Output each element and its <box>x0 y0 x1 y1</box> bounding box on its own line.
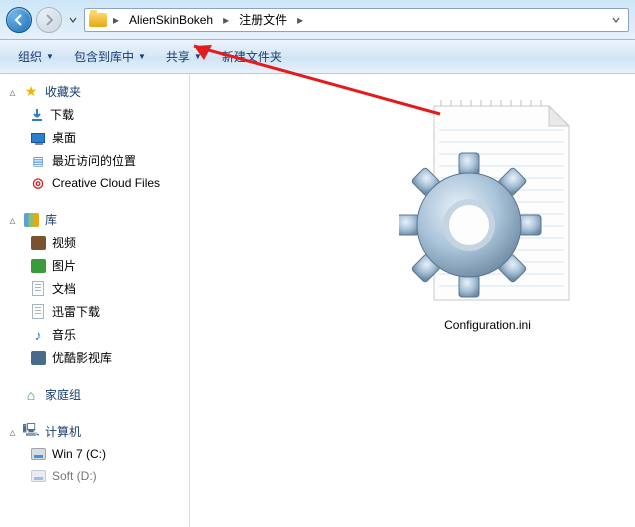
organize-label: 组织 <box>18 48 42 65</box>
item-label: 视频 <box>52 234 76 251</box>
sidebar-item-creative-cloud[interactable]: ◎ Creative Cloud Files <box>0 172 189 194</box>
breadcrumb-item-1[interactable]: AlienSkinBokeh <box>125 11 217 29</box>
item-label: 桌面 <box>52 129 76 146</box>
breadcrumb-separator: ▸ <box>295 13 305 27</box>
item-label: 文档 <box>52 280 76 297</box>
computer-label: 计算机 <box>45 423 81 440</box>
item-label: 迅雷下载 <box>52 303 100 320</box>
include-in-library-menu[interactable]: 包含到库中 ▼ <box>66 44 154 69</box>
computer-header[interactable]: ▵ 🖳 计算机 <box>0 420 189 443</box>
sidebar-item-videos[interactable]: 视频 <box>0 231 189 254</box>
chevron-down-icon: ▼ <box>138 52 146 61</box>
libraries-icon <box>23 212 39 228</box>
favorites-header[interactable]: ▵ ★ 收藏夹 <box>0 80 189 103</box>
new-folder-button[interactable]: 新建文件夹 <box>214 44 290 69</box>
recent-places-icon: ▤ <box>30 153 46 169</box>
item-label: 优酷影视库 <box>52 349 112 366</box>
navigation-sidebar: ▵ ★ 收藏夹 下载 桌面 ▤ 最近访问的位置 ◎ Creative Cloud… <box>0 74 190 527</box>
creative-cloud-icon: ◎ <box>30 175 46 191</box>
sidebar-item-downloads[interactable]: 下载 <box>0 103 189 126</box>
sidebar-item-pictures[interactable]: 图片 <box>0 254 189 277</box>
item-label: Win 7 (C:) <box>52 447 106 461</box>
disk-icon <box>30 468 46 484</box>
expand-icon <box>8 390 17 399</box>
breadcrumb[interactable]: ▸ AlienSkinBokeh ▸ 注册文件 ▸ <box>84 8 629 32</box>
disk-icon <box>30 446 46 462</box>
expand-icon: ▵ <box>8 427 17 436</box>
sidebar-item-drive-d[interactable]: Soft (D:) <box>0 465 189 487</box>
libraries-label: 库 <box>45 211 57 228</box>
address-bar-row: ▸ AlienSkinBokeh ▸ 注册文件 ▸ <box>0 0 635 40</box>
sidebar-item-documents[interactable]: 文档 <box>0 277 189 300</box>
sidebar-item-xunlei[interactable]: 迅雷下载 <box>0 300 189 323</box>
sidebar-item-drive-c[interactable]: Win 7 (C:) <box>0 443 189 465</box>
xunlei-icon <box>30 304 46 320</box>
item-label: 最近访问的位置 <box>52 152 136 169</box>
breadcrumb-separator: ▸ <box>111 13 121 27</box>
item-label: 音乐 <box>52 326 76 343</box>
sidebar-item-desktop[interactable]: 桌面 <box>0 126 189 149</box>
youku-icon <box>30 350 46 366</box>
chevron-down-icon: ▼ <box>194 52 202 61</box>
forward-button[interactable] <box>36 7 62 33</box>
include-label: 包含到库中 <box>74 48 134 65</box>
sidebar-item-recent[interactable]: ▤ 最近访问的位置 <box>0 149 189 172</box>
arrow-left-icon <box>13 14 25 26</box>
videos-icon <box>30 235 46 251</box>
arrow-right-icon <box>43 14 55 26</box>
homegroup-header[interactable]: ⌂ 家庭组 <box>0 383 189 406</box>
new-folder-label: 新建文件夹 <box>222 48 282 65</box>
expand-icon: ▵ <box>8 87 17 96</box>
documents-icon <box>30 281 46 297</box>
file-thumbnail <box>399 100 577 310</box>
command-toolbar: 组织 ▼ 包含到库中 ▼ 共享 ▼ 新建文件夹 <box>0 40 635 74</box>
item-label: 图片 <box>52 257 76 274</box>
homegroup-label: 家庭组 <box>45 386 81 403</box>
ini-file-icon <box>399 100 577 310</box>
item-label: Soft (D:) <box>52 469 97 483</box>
favorites-group: ▵ ★ 收藏夹 下载 桌面 ▤ 最近访问的位置 ◎ Creative Cloud… <box>0 80 189 194</box>
back-button[interactable] <box>6 7 32 33</box>
chevron-down-icon <box>612 16 620 24</box>
file-item-configuration[interactable]: Configuration.ini <box>390 92 585 340</box>
item-label: 下载 <box>50 106 74 123</box>
breadcrumb-item-2[interactable]: 注册文件 <box>235 9 291 30</box>
folder-content-pane[interactable]: Configuration.ini <box>190 74 635 527</box>
file-name-label: Configuration.ini <box>444 318 531 332</box>
pictures-icon <box>30 258 46 274</box>
share-label: 共享 <box>166 48 190 65</box>
breadcrumb-dropdown[interactable] <box>608 13 624 27</box>
folder-icon <box>89 13 107 27</box>
libraries-group: ▵ 库 视频 图片 文档 迅雷下载 ♪ 音乐 <box>0 208 189 369</box>
chevron-down-icon: ▼ <box>46 52 54 61</box>
download-icon <box>30 108 44 122</box>
chevron-down-icon <box>69 16 77 24</box>
expand-icon: ▵ <box>8 215 17 224</box>
sidebar-item-youku[interactable]: 优酷影视库 <box>0 346 189 369</box>
body-split: ▵ ★ 收藏夹 下载 桌面 ▤ 最近访问的位置 ◎ Creative Cloud… <box>0 74 635 527</box>
sidebar-item-music[interactable]: ♪ 音乐 <box>0 323 189 346</box>
libraries-header[interactable]: ▵ 库 <box>0 208 189 231</box>
music-icon: ♪ <box>30 327 46 343</box>
star-icon: ★ <box>23 84 39 100</box>
organize-menu[interactable]: 组织 ▼ <box>10 44 62 69</box>
computer-icon: 🖳 <box>23 424 39 440</box>
item-label: Creative Cloud Files <box>52 176 160 190</box>
breadcrumb-separator: ▸ <box>221 13 231 27</box>
homegroup-icon: ⌂ <box>23 387 39 403</box>
desktop-icon <box>30 130 46 146</box>
computer-group: ▵ 🖳 计算机 Win 7 (C:) Soft (D:) <box>0 420 189 487</box>
nav-history-dropdown[interactable] <box>66 16 80 24</box>
favorites-label: 收藏夹 <box>45 83 81 100</box>
homegroup-group: ⌂ 家庭组 <box>0 383 189 406</box>
share-menu[interactable]: 共享 ▼ <box>158 44 210 69</box>
